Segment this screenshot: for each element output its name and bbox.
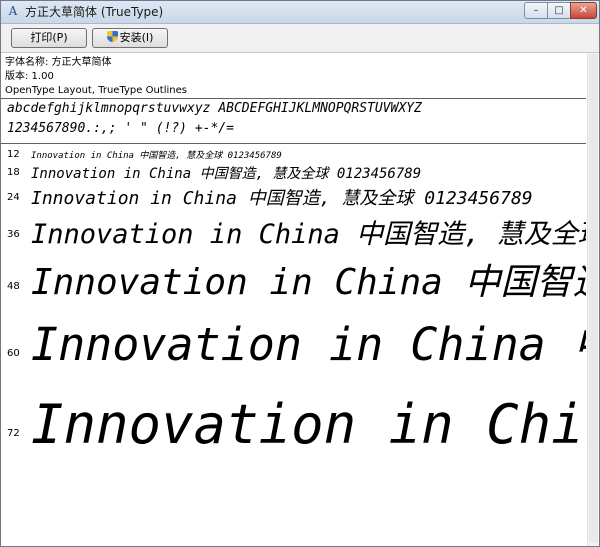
sample-text: Innovation in China 中国智造, 慧及全球 012345678… <box>31 188 533 209</box>
window-title: 方正大草简体 (TrueType) <box>25 5 164 19</box>
font-preview-pane[interactable]: 字体名称: 方正大草简体 版本: 1.00 OpenType Layout, T… <box>1 53 586 546</box>
install-button[interactable]: 安装(I) <box>92 28 168 48</box>
charset-letters: abcdefghijklmnopqrstuvwxyz ABCDEFGHIJKLM… <box>7 101 422 116</box>
size-row-24: 24 Innovation in China 中国智造, 慧及全球 012345… <box>1 183 586 213</box>
size-row-36: 36 Innovation in China 中国智造, 慧及全球 <box>1 211 586 255</box>
font-viewer-icon: A <box>8 4 18 18</box>
size-label: 36 <box>7 229 20 240</box>
print-label: 打印(P) <box>30 31 68 44</box>
size-row-60: 60 Innovation in China 中国 <box>1 308 586 383</box>
sample-text: Innovation in China 中 <box>31 393 586 456</box>
sample-text: Innovation in China 中国 <box>31 318 586 371</box>
divider <box>1 143 586 144</box>
size-row-18: 18 Innovation in China 中国智造, 慧及全球 012345… <box>1 161 586 185</box>
uac-shield-icon <box>106 31 118 42</box>
title-bar[interactable]: A 方正大草简体 (TrueType) – □ ✕ <box>1 1 599 24</box>
size-row-48: 48 Innovation in China 中国智造 <box>1 253 586 311</box>
font-name-line: 字体名称: 方正大草简体 <box>5 57 112 68</box>
sample-text: Innovation in China 中国智造, 慧及全球 012345678… <box>31 151 282 161</box>
size-label: 48 <box>7 281 20 292</box>
size-label: 72 <box>7 428 20 439</box>
minimize-button[interactable]: – <box>524 2 548 19</box>
font-version-line: 版本: 1.00 <box>5 71 54 82</box>
maximize-button[interactable]: □ <box>547 2 571 19</box>
font-type-line: OpenType Layout, TrueType Outlines <box>5 85 187 96</box>
sample-text: Innovation in China 中国智造, 慧及全球 012345678… <box>31 166 422 182</box>
print-button[interactable]: 打印(P) <box>11 28 87 48</box>
toolbar: 打印(P) 安装(I) <box>1 24 599 53</box>
size-label: 18 <box>7 167 20 178</box>
vertical-scrollbar[interactable] <box>587 53 599 546</box>
scrollbar-thumb[interactable] <box>589 54 598 543</box>
font-viewer-window: A 方正大草简体 (TrueType) – □ ✕ 打印(P) 安装(I) 字体… <box>0 0 600 547</box>
size-label: 24 <box>7 192 20 203</box>
divider <box>1 98 586 99</box>
sample-text: Innovation in China 中国智造 <box>31 262 586 303</box>
sample-text: Innovation in China 中国智造, 慧及全球 <box>31 219 586 250</box>
size-label: 60 <box>7 348 20 359</box>
close-button[interactable]: ✕ <box>570 2 597 19</box>
install-label: 安装(I) <box>119 31 154 44</box>
size-label: 12 <box>7 149 20 160</box>
charset-digits-symbols: 1234567890.:,; ' " (!?) +-*/= <box>7 121 234 136</box>
size-row-72: 72 Innovation in China 中 <box>1 380 586 470</box>
